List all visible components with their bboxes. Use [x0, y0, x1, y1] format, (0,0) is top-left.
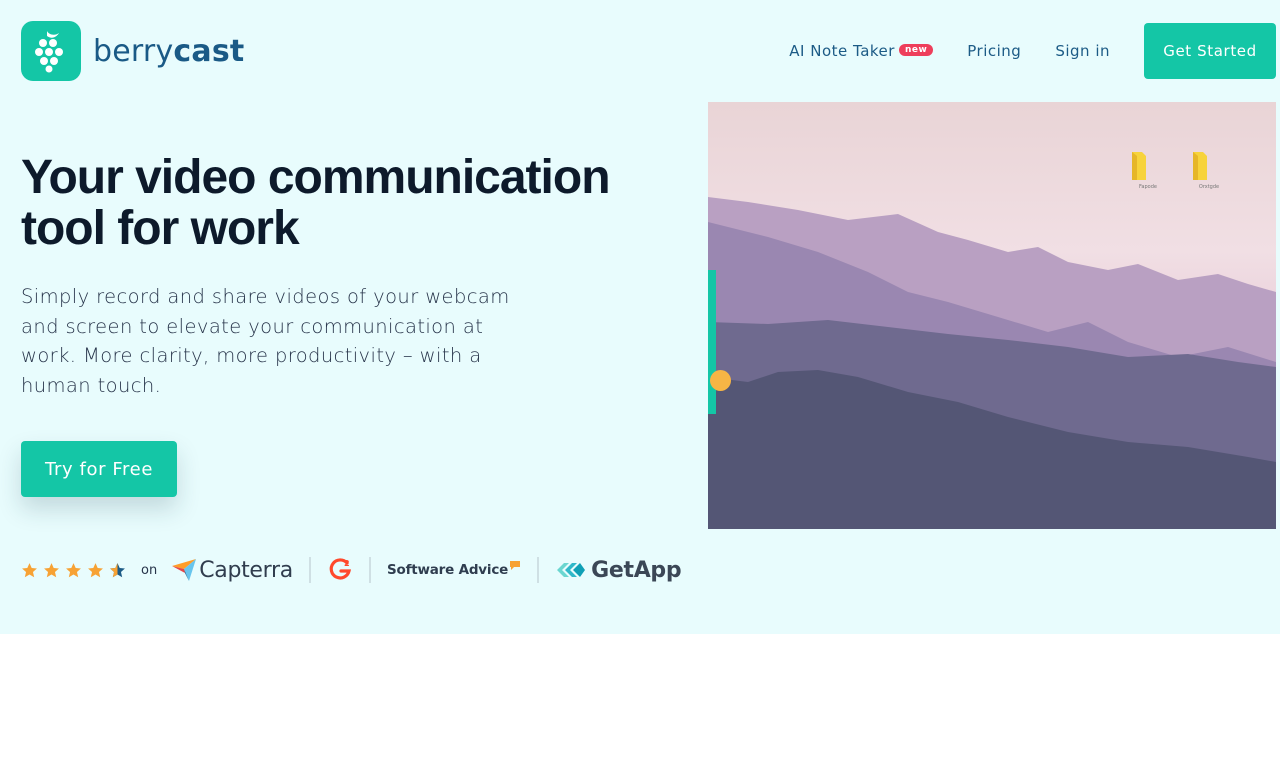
nav-sign-in[interactable]: Sign in [1055, 42, 1110, 60]
g2-icon: 2 [329, 558, 351, 580]
folder-1[interactable]: Fapode [1128, 150, 1168, 190]
brand-logo[interactable]: berrycast [21, 21, 244, 81]
g2-logo: 2 [327, 557, 353, 583]
speech-bubble-icon [510, 561, 521, 570]
capterra-name: Capterra [199, 557, 293, 583]
getapp-name: GetApp [591, 557, 682, 583]
getapp-icon [557, 563, 586, 577]
divider [368, 557, 371, 583]
new-badge: new [898, 44, 934, 56]
recording-scrub-handle[interactable] [710, 370, 731, 391]
star-icon [66, 562, 81, 577]
software-advice-logo: Software Advice [386, 561, 521, 578]
divider [537, 557, 540, 583]
brand-wordmark: berrycast [93, 34, 244, 69]
nav-ai-note-taker[interactable]: AI Note Taker new [789, 42, 934, 60]
software-advice-name: Software Advice [386, 562, 509, 578]
folder-icon [1193, 152, 1207, 180]
nav-ai-note-taker-label: AI Note Taker [789, 42, 895, 60]
half-star-icon [110, 562, 125, 577]
folder-label: Orxtgde [1198, 184, 1220, 190]
star-icon [88, 562, 103, 577]
nav-pricing[interactable]: Pricing [967, 42, 1021, 60]
top-nav: AI Note Taker new Pricing Sign in Get Sta… [789, 23, 1276, 79]
on-label: on [141, 562, 158, 578]
hero-headline: Your video communication tool for work [21, 151, 611, 255]
get-started-button[interactable]: Get Started [1144, 23, 1276, 79]
recording-scrub-bar[interactable] [708, 270, 716, 414]
divider [308, 557, 311, 583]
star-icon [22, 562, 37, 577]
folder-icon [1132, 152, 1146, 180]
folder-label: Fapode [1139, 184, 1157, 190]
berry-icon [21, 21, 81, 81]
star-icon [44, 562, 59, 577]
hero-subtext: Simply record and share videos of your w… [21, 285, 510, 397]
folder-2[interactable]: Orxtgde [1189, 150, 1229, 190]
try-for-free-button[interactable]: Try for Free [21, 441, 177, 497]
capterra-logo: Capterra [171, 557, 293, 583]
video-preview[interactable]: Fapode Orxtgde [708, 102, 1276, 529]
svg-text:2: 2 [344, 559, 350, 568]
capterra-icon [172, 559, 197, 581]
brand-name-part2: cast [173, 33, 245, 69]
star-rating [21, 562, 131, 579]
review-ratings: on Capterra 2 Software Advice GetApp [21, 552, 682, 588]
brand-name-part1: berry [93, 33, 174, 69]
getapp-logo: GetApp [555, 557, 682, 583]
